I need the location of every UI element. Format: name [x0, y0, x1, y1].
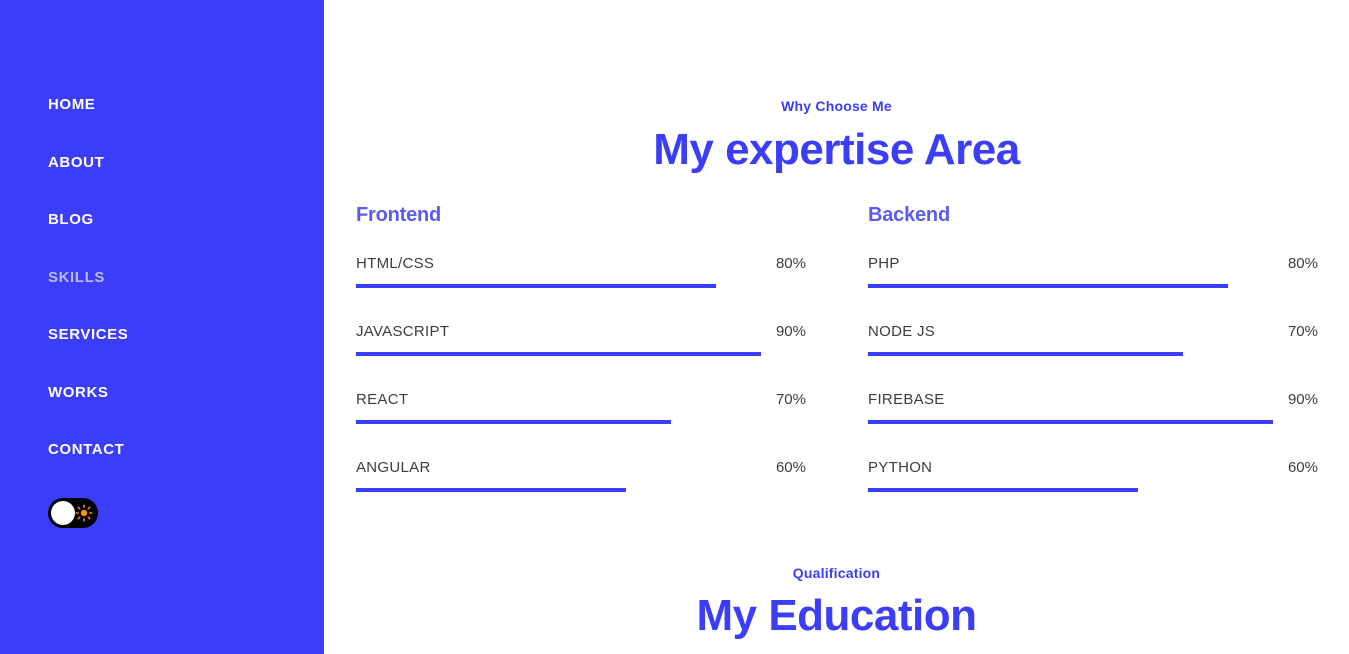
skill-name: REACT — [356, 391, 409, 408]
skill-percent: 60% — [1287, 459, 1318, 476]
portfolio-page: HOME ABOUT BLOG SKILLS SERVICES WORKS CO… — [0, 0, 1349, 654]
sidebar-item-blog[interactable]: BLOG — [48, 212, 128, 227]
skill-progress-track — [356, 420, 806, 424]
skill-row: REACT 70% — [356, 392, 806, 424]
skill-row: NODE JS 70% — [868, 324, 1318, 356]
sidebar: HOME ABOUT BLOG SKILLS SERVICES WORKS CO… — [0, 0, 324, 654]
skill-name: JAVASCRIPT — [356, 323, 450, 340]
skills-column-heading: Backend — [868, 204, 950, 226]
skill-progress-fill — [356, 420, 671, 424]
skills-columns: Frontend HTML/CSS 80% JAVASCRIPT 90% REA… — [356, 205, 1318, 492]
skill-percent: 80% — [1287, 255, 1318, 272]
skill-percent: 60% — [775, 459, 806, 476]
skill-name: ANGULAR — [356, 459, 431, 476]
skill-row: ANGULAR 60% — [356, 460, 806, 492]
expertise-title: My expertise Area — [653, 125, 1020, 174]
skills-column-frontend: Frontend HTML/CSS 80% JAVASCRIPT 90% REA… — [356, 205, 806, 492]
skill-row: JAVASCRIPT 90% — [356, 324, 806, 356]
skill-percent: 70% — [775, 391, 806, 408]
education-eyebrow: Qualification — [792, 565, 881, 581]
skill-percent: 80% — [775, 255, 806, 272]
skill-progress-fill — [356, 352, 761, 356]
skill-name: NODE JS — [868, 323, 936, 340]
main-content: Why Choose Me My expertise Area Frontend… — [324, 0, 1349, 654]
skill-progress-fill — [868, 420, 1273, 424]
sidebar-item-services[interactable]: SERVICES — [48, 327, 128, 342]
skill-progress-track — [868, 284, 1318, 288]
expertise-eyebrow: Why Choose Me — [781, 98, 892, 114]
skill-name: PHP — [868, 255, 900, 272]
skill-row: HTML/CSS 80% — [356, 256, 806, 288]
skill-progress-track — [868, 352, 1318, 356]
skill-progress-fill — [356, 284, 716, 288]
skills-column-backend: Backend PHP 80% NODE JS 70% FIREBASE 90%… — [868, 205, 1318, 492]
toggle-knob-icon — [51, 501, 75, 525]
skill-progress-fill — [868, 488, 1138, 492]
sidebar-item-about[interactable]: ABOUT — [48, 155, 128, 170]
skill-progress-track — [868, 488, 1318, 492]
education-title: My Education — [696, 591, 977, 640]
skill-name: PYTHON — [868, 459, 933, 476]
skill-progress-fill — [356, 488, 626, 492]
skill-row: PYTHON 60% — [868, 460, 1318, 492]
sidebar-item-works[interactable]: WORKS — [48, 385, 128, 400]
skills-column-heading: Frontend — [356, 204, 442, 226]
sidebar-item-skills[interactable]: SKILLS — [48, 270, 128, 285]
sun-icon — [75, 504, 93, 522]
skill-progress-track — [356, 488, 806, 492]
skill-progress-fill — [868, 284, 1228, 288]
skill-name: HTML/CSS — [356, 255, 435, 272]
skill-name: FIREBASE — [868, 391, 945, 408]
dark-mode-toggle[interactable] — [48, 498, 98, 528]
skill-percent: 70% — [1287, 323, 1318, 340]
skill-row: FIREBASE 90% — [868, 392, 1318, 424]
sidebar-nav: HOME ABOUT BLOG SKILLS SERVICES WORKS CO… — [48, 97, 128, 500]
skill-progress-track — [356, 284, 806, 288]
skill-row: PHP 80% — [868, 256, 1318, 288]
skill-progress-fill — [868, 352, 1183, 356]
skill-percent: 90% — [1287, 391, 1318, 408]
sidebar-item-home[interactable]: HOME — [48, 97, 128, 112]
skill-progress-track — [356, 352, 806, 356]
skill-progress-track — [868, 420, 1318, 424]
skill-percent: 90% — [775, 323, 806, 340]
sidebar-item-contact[interactable]: CONTACT — [48, 442, 128, 457]
